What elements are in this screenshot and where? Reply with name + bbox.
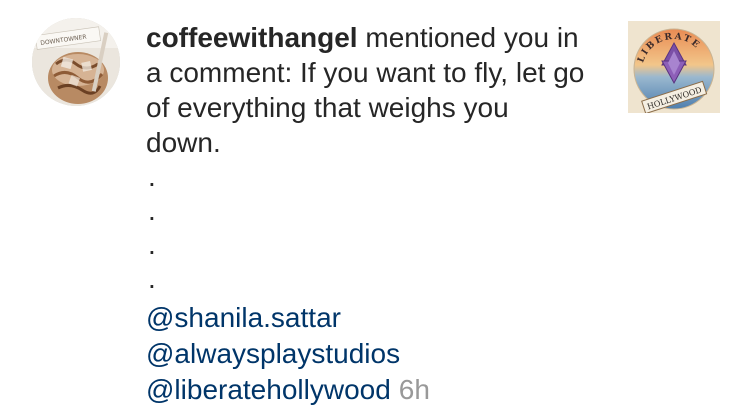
mention-link[interactable]: @liberatehollywood — [146, 374, 391, 405]
first-line: coffeewithangel mentioned you in — [146, 20, 616, 55]
user-avatar[interactable]: DOWNTOWNER — [32, 18, 120, 106]
dot-separator: . — [148, 229, 156, 260]
comment-line: down. — [146, 127, 221, 158]
dot-separator: . — [148, 263, 156, 294]
star-emblem-icon: LIBERATE HOLLYWOOD — [628, 21, 720, 113]
username-link[interactable]: coffeewithangel — [146, 22, 358, 53]
dot-separator: . — [148, 195, 156, 226]
post-thumbnail[interactable]: LIBERATE HOLLYWOOD — [628, 21, 720, 113]
mention-link[interactable]: @shanila.sattar — [146, 300, 616, 336]
last-mention-row: @liberatehollywood 6h — [146, 372, 616, 407]
comment-line: a comment: If you want to fly, let go — [146, 57, 585, 88]
action-text: mentioned you in — [357, 22, 579, 53]
notification-text: coffeewithangel mentioned you in a comme… — [146, 20, 616, 407]
notification-item[interactable]: DOWNTOWNER coffeewithangel mentioned you… — [0, 0, 750, 407]
dot-separator: . — [148, 161, 156, 192]
timestamp: 6h — [398, 374, 430, 405]
coffee-drink-icon: DOWNTOWNER — [32, 18, 120, 106]
comment-line: of everything that weighs you — [146, 92, 509, 123]
mention-link[interactable]: @alwaysplaystudios — [146, 336, 616, 372]
